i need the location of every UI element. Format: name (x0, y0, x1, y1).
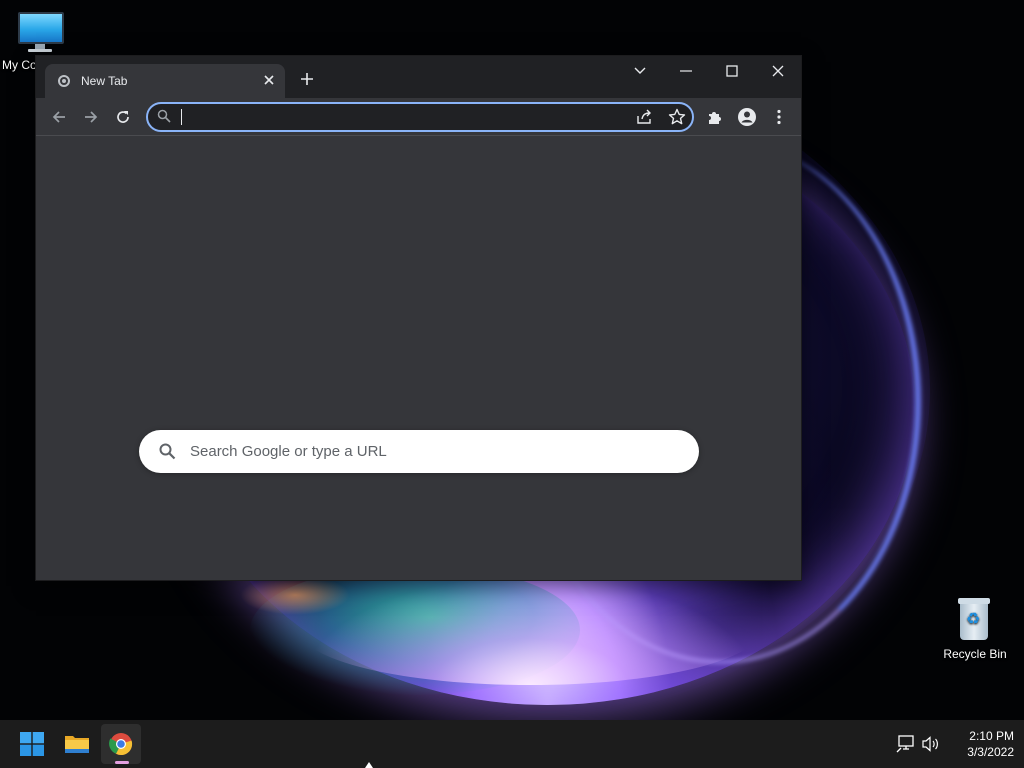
minimize-icon (680, 70, 692, 72)
ntp-search-placeholder: Search Google or type a URL (190, 443, 387, 460)
tab-title: New Tab (81, 74, 128, 88)
bookmark-button[interactable] (667, 107, 687, 127)
reload-button[interactable] (109, 103, 137, 131)
clock-time: 2:10 PM (969, 729, 1014, 743)
omnibox[interactable] (146, 102, 694, 132)
wallpaper-inner-glow (300, 575, 760, 685)
chrome-icon (58, 75, 70, 87)
reload-icon (117, 111, 129, 123)
close-icon (772, 65, 784, 77)
monitor-icon (18, 12, 64, 44)
network-icon (896, 735, 914, 753)
new-tab-page: Search Google or type a URL (36, 136, 801, 580)
file-explorer-icon (65, 736, 89, 753)
plus-icon (301, 73, 313, 85)
active-app-indicator (115, 761, 129, 764)
minimize-button[interactable] (663, 56, 709, 86)
monitor-base (28, 49, 52, 52)
desktop-icon-label: My Co (2, 58, 37, 72)
menu-button[interactable] (765, 103, 793, 131)
chrome-taskbar-button[interactable] (101, 724, 141, 764)
browser-toolbar (36, 98, 801, 136)
arrow-right-icon (85, 111, 98, 123)
account-icon (738, 108, 756, 126)
ntp-search-box[interactable]: Search Google or type a URL (139, 430, 699, 473)
forward-button[interactable] (77, 103, 105, 131)
mouse-cursor-icon (365, 762, 373, 768)
recycle-bin-icon: ♻ (957, 598, 991, 640)
new-tab-button[interactable] (295, 68, 319, 92)
arrow-left-icon (52, 111, 65, 123)
network-button[interactable] (896, 734, 916, 754)
system-clock[interactable]: 2:10 PM 3/3/2022 (944, 728, 1014, 760)
address-input[interactable] (180, 107, 620, 127)
start-icon (20, 732, 44, 756)
chrome-icon (109, 733, 133, 756)
clock-date: 3/3/2022 (967, 745, 1014, 759)
speaker-icon (922, 736, 938, 752)
back-button[interactable] (45, 103, 73, 131)
start-button[interactable] (12, 724, 52, 764)
window-close-button[interactable] (755, 56, 801, 86)
search-icon (157, 109, 171, 123)
volume-button[interactable] (921, 734, 941, 754)
tab-close-button[interactable] (260, 71, 278, 89)
taskbar (0, 720, 1024, 768)
share-icon (637, 109, 651, 124)
desktop-icon-label: Recycle Bin (943, 647, 1007, 661)
extensions-button[interactable] (701, 103, 729, 131)
profile-button[interactable] (733, 103, 761, 131)
tab-search-button[interactable] (617, 56, 663, 86)
text-caret (181, 109, 182, 125)
tab-new-tab[interactable]: New Tab (45, 64, 285, 98)
puzzle-icon (709, 112, 721, 124)
search-icon (159, 443, 176, 460)
maximize-button[interactable] (709, 56, 755, 86)
close-icon (264, 75, 274, 85)
maximize-icon (726, 65, 738, 77)
star-icon (668, 108, 686, 125)
chevron-down-icon (634, 67, 646, 74)
chrome-window: New Tab Search Google or type a URL (36, 56, 801, 580)
title-bar[interactable]: New Tab (36, 56, 801, 98)
more-vert-icon (777, 109, 781, 125)
share-button[interactable] (635, 107, 655, 127)
file-explorer-button[interactable] (57, 724, 97, 764)
